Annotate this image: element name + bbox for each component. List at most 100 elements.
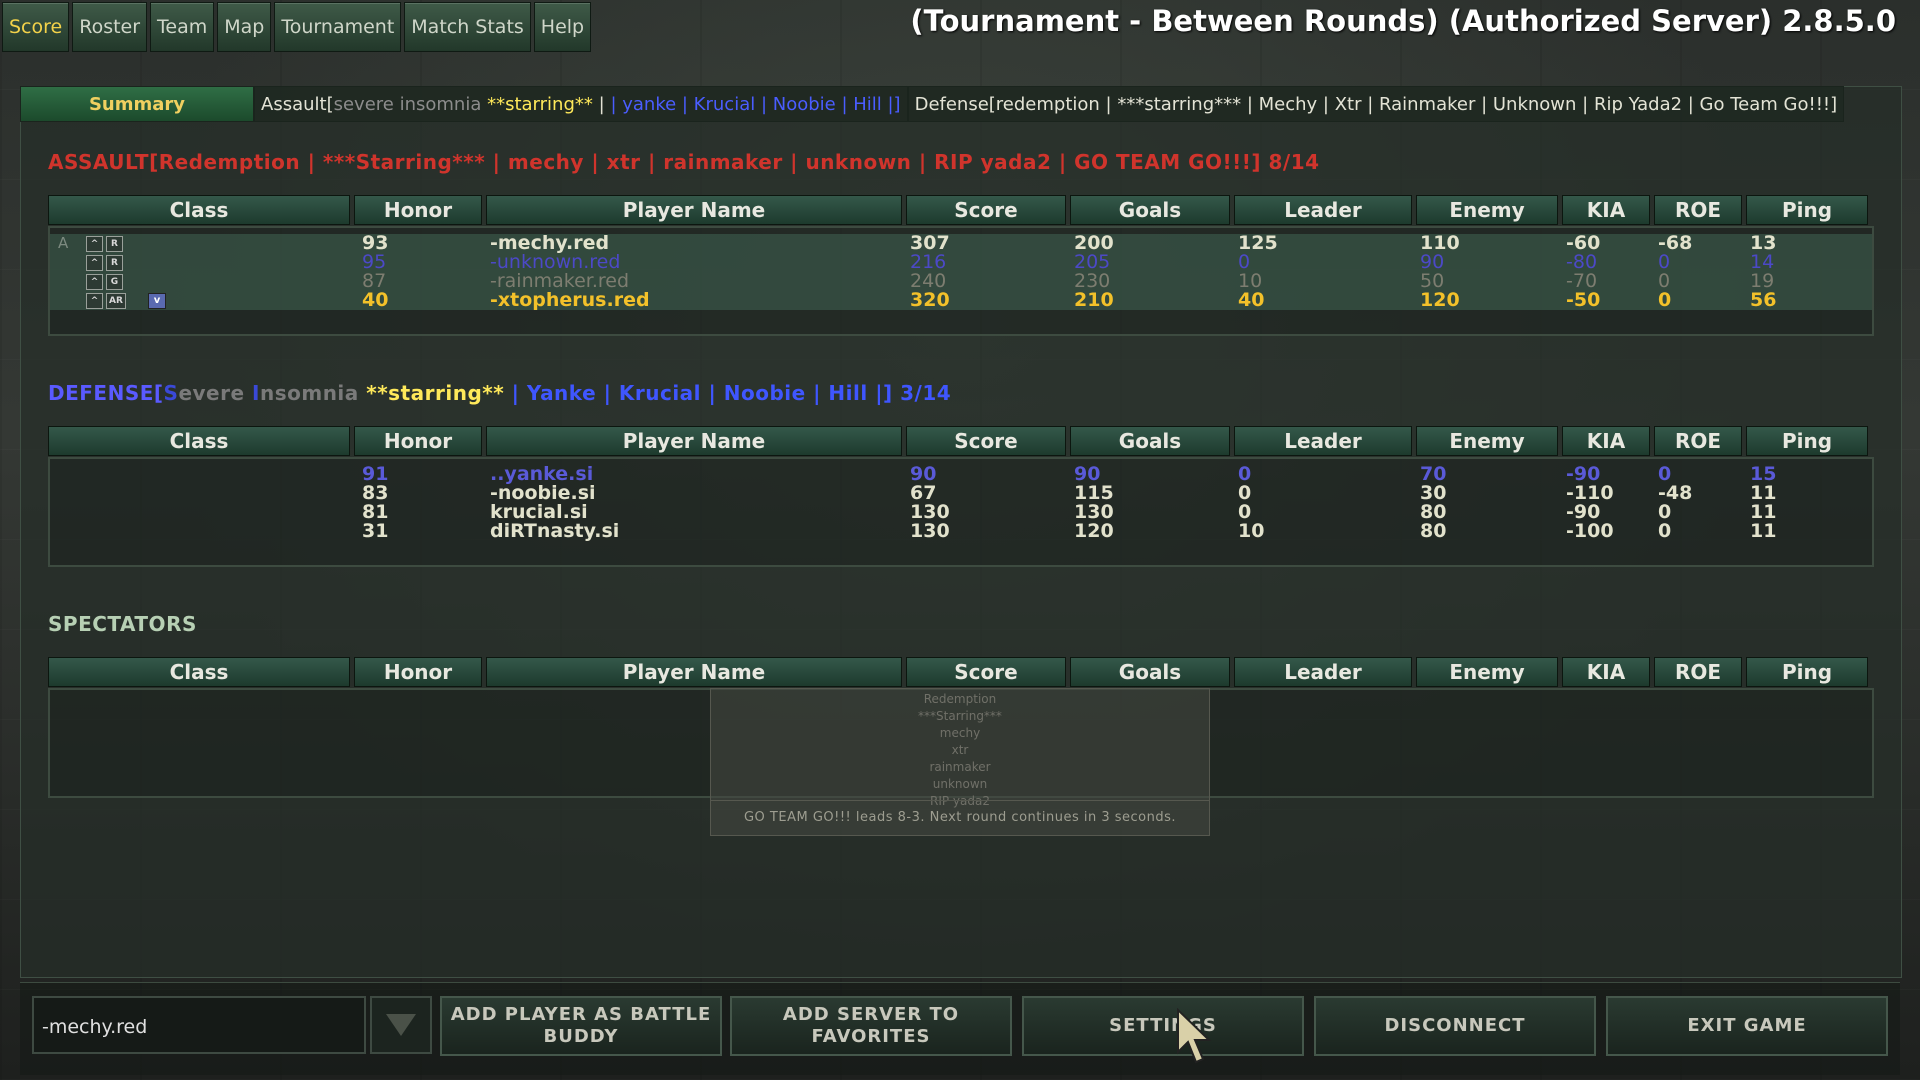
round-status-popup: Redemption ***Starring*** mechy xtr rain… (710, 688, 1210, 836)
score-value: 320 (910, 289, 950, 311)
rank-chevron-icon: ^ (86, 274, 103, 290)
popup-team-member: rainmaker (929, 760, 991, 774)
class-badge: AR (106, 293, 126, 309)
table-row[interactable]: A ^ R 93 -mechy.red 307 200 125 110 -60 … (50, 234, 1872, 253)
score-value: 130 (910, 520, 950, 542)
menu-help[interactable]: Help (533, 2, 592, 52)
player-name: -xtopherus.red (490, 289, 650, 311)
col-score[interactable]: Score (906, 657, 1066, 687)
add-server-favorites-button[interactable]: ADD SERVER TO FAVORITES (730, 996, 1012, 1056)
table-row[interactable]: ^ AR v 40 -xtopherus.red 320 210 40 120 … (50, 291, 1872, 310)
tab-defense[interactable]: Defense[redemption | ***starring*** | Me… (907, 86, 1845, 122)
tab-assault-prefix: Assault[ (261, 93, 334, 115)
col-ping[interactable]: Ping (1746, 426, 1868, 456)
col-class[interactable]: Class (48, 426, 350, 456)
ping-value: 11 (1750, 520, 1777, 542)
menu-team[interactable]: Team (150, 2, 215, 52)
enemy-value: 80 (1420, 520, 1447, 542)
chevron-down-icon (386, 1014, 416, 1036)
leader-value: 40 (1238, 289, 1265, 311)
defense-title-prefix: DEFENSE[ (48, 381, 164, 405)
col-leader[interactable]: Leader (1234, 426, 1412, 456)
col-class[interactable]: Class (48, 657, 350, 687)
assault-player-table: A ^ R 93 -mechy.red 307 200 125 110 -60 … (48, 226, 1874, 336)
add-battle-buddy-button[interactable]: ADD PLAYER AS BATTLE BUDDY (440, 996, 722, 1056)
col-ping[interactable]: Ping (1746, 657, 1868, 687)
tab-assault-yellow: **starring** (487, 93, 593, 115)
popup-team-member: Redemption (923, 692, 997, 706)
class-badge: G (106, 274, 123, 290)
col-roe[interactable]: ROE (1654, 426, 1742, 456)
assault-team-title: ASSAULT[Redemption | ***Starring*** | me… (48, 150, 1320, 174)
defense-title-i: I (252, 381, 260, 405)
defense-title-nsomnia: nsomnia (259, 381, 367, 405)
defense-team-title: DEFENSE[Severe Insomnia **starring** | Y… (48, 381, 951, 405)
player-select-field[interactable]: -mechy.red (32, 996, 366, 1054)
col-player-name[interactable]: Player Name (486, 195, 902, 225)
tab-summary[interactable]: Summary (20, 86, 254, 122)
menu-roster[interactable]: Roster (72, 2, 148, 52)
honor-value: 31 (362, 520, 389, 542)
col-kia[interactable]: KIA (1562, 426, 1650, 456)
defense-player-table: 91 ..yanke.si 90 90 0 70 -90 0 15 83 -no… (48, 457, 1874, 567)
col-enemy[interactable]: Enemy (1416, 195, 1558, 225)
defense-title-s: S (163, 381, 179, 405)
col-enemy[interactable]: Enemy (1416, 657, 1558, 687)
menu-map[interactable]: Map (217, 2, 272, 52)
kia-value: -50 (1566, 289, 1601, 311)
enemy-value: 120 (1420, 289, 1460, 311)
goals-value: 210 (1074, 289, 1114, 311)
col-honor[interactable]: Honor (354, 426, 482, 456)
col-honor[interactable]: Honor (354, 657, 482, 687)
table-row[interactable]: 31 diRTnasty.si 130 120 10 80 -100 0 11 (50, 522, 1872, 541)
player-dropdown-button[interactable] (370, 996, 432, 1054)
table-row[interactable]: ^ R 95 -unknown.red 216 205 0 90 -80 0 1… (50, 253, 1872, 272)
assault-header-row: Class Honor Player Name Score Goals Lead… (48, 195, 1872, 225)
col-goals[interactable]: Goals (1070, 657, 1230, 687)
ping-value: 56 (1750, 289, 1777, 311)
settings-button[interactable]: SETTINGS (1022, 996, 1304, 1056)
leader-value: 10 (1238, 520, 1265, 542)
col-honor[interactable]: Honor (354, 195, 482, 225)
col-score[interactable]: Score (906, 426, 1066, 456)
col-kia[interactable]: KIA (1562, 657, 1650, 687)
disconnect-button[interactable]: DISCONNECT (1314, 996, 1596, 1056)
col-ping[interactable]: Ping (1746, 195, 1868, 225)
spectators-header-row: Class Honor Player Name Score Goals Lead… (48, 657, 1872, 687)
chevron-down-icon[interactable]: v (148, 293, 166, 309)
menu-tournament[interactable]: Tournament (274, 2, 402, 52)
top-menu: Score Roster Team Map Tournament Match S… (2, 2, 592, 52)
mouse-cursor-icon (1177, 1008, 1212, 1064)
defense-title-rest: | Yanke | Krucial | Noobie | Hill |] 3/1… (504, 381, 952, 405)
col-kia[interactable]: KIA (1562, 195, 1650, 225)
tab-assault[interactable]: Assault[severe insomnia **starring** | |… (254, 86, 908, 122)
col-roe[interactable]: ROE (1654, 657, 1742, 687)
round-status-message: GO TEAM GO!!! leads 8-3. Next round cont… (711, 800, 1209, 835)
col-goals[interactable]: Goals (1070, 426, 1230, 456)
tab-assault-sep: | (598, 93, 605, 115)
popup-team-member: xtr (951, 743, 969, 757)
rank-letter: A (58, 234, 69, 252)
tab-assault-gray: severe insomnia (333, 93, 482, 115)
class-badge: R (106, 236, 123, 252)
col-leader[interactable]: Leader (1234, 657, 1412, 687)
col-player-name[interactable]: Player Name (486, 657, 902, 687)
col-leader[interactable]: Leader (1234, 195, 1412, 225)
col-enemy[interactable]: Enemy (1416, 426, 1558, 456)
popup-team-member: unknown (932, 777, 988, 791)
roe-value: 0 (1658, 520, 1672, 542)
tab-assault-blue: | yanke | Krucial | Noobie | Hill |] (610, 93, 901, 115)
player-name: diRTnasty.si (490, 520, 620, 542)
col-class[interactable]: Class (48, 195, 350, 225)
defense-title-evere: evere (178, 381, 253, 405)
col-score[interactable]: Score (906, 195, 1066, 225)
rank-chevron-icon: ^ (86, 293, 103, 309)
col-goals[interactable]: Goals (1070, 195, 1230, 225)
class-badge: R (106, 255, 123, 271)
roe-value: 0 (1658, 289, 1672, 311)
col-roe[interactable]: ROE (1654, 195, 1742, 225)
col-player-name[interactable]: Player Name (486, 426, 902, 456)
exit-game-button[interactable]: EXIT GAME (1606, 996, 1888, 1056)
menu-match-stats[interactable]: Match Stats (404, 2, 531, 52)
menu-score[interactable]: Score (2, 2, 70, 52)
